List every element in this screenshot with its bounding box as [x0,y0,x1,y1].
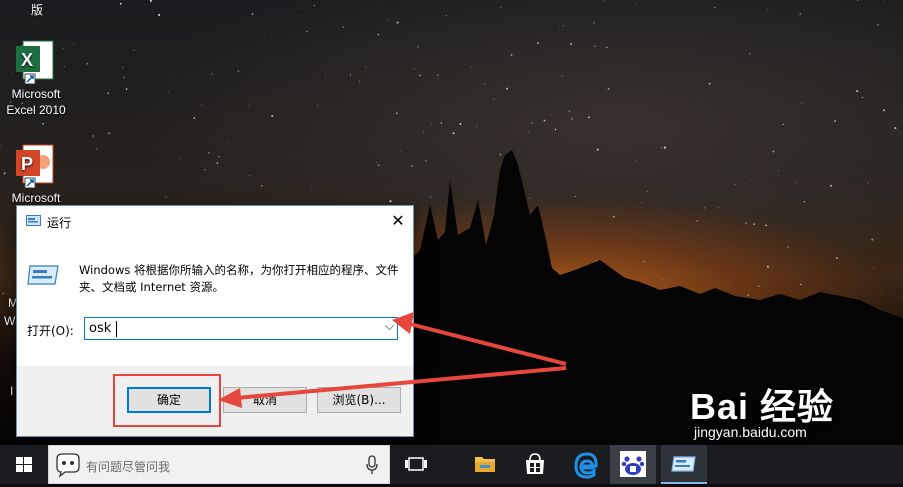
svg-text:X: X [21,50,33,70]
cortana-icon [56,453,80,478]
desktop-icon-label: Microsoft [11,191,61,205]
watermark-url: jingyan.baidu.com [694,424,807,440]
desktop-icon-label: Microsoft [11,87,61,101]
desktop-label-partial: W [4,314,16,328]
run-icon [27,265,59,285]
close-button[interactable]: ✕ [383,206,413,236]
desktop-label-top: 版 [31,3,44,17]
run-dialog-body: Windows 将根据你所输入的名称，为你打开相应的程序、文件夹、文档或 Int… [17,236,413,366]
task-view-button[interactable] [396,445,436,484]
browse-button[interactable]: 浏览(B)... [317,387,401,413]
baidu-icon [620,451,646,477]
svg-text:P: P [21,154,33,174]
store-icon [526,453,544,474]
run-taskbar-button[interactable] [661,445,707,484]
edge-button[interactable] [565,445,605,484]
file-explorer-button[interactable] [465,445,505,484]
run-dialog-titlebar[interactable]: 运行 ✕ [17,206,413,236]
desktop-icon-label: Excel 2010 [6,103,66,117]
run-dialog-title: 运行 [47,216,72,230]
store-button[interactable] [515,445,555,484]
desktop-label-partial: I [10,384,14,398]
open-label: 打开(O): [27,324,74,338]
desktop-icon-excel[interactable]: X Microsoft Excel 2010 [1,38,71,118]
run-icon [26,215,41,226]
open-combobox[interactable]: osk ⌵ [84,317,398,340]
taskbar: 有问题尽管问我 [0,445,903,484]
edge-icon [574,452,598,479]
search-box[interactable]: 有问题尽管问我 [48,445,390,484]
powerpoint-icon: P [13,142,59,189]
task-view-icon [405,457,427,471]
text-caret [116,321,117,337]
start-button[interactable] [0,445,48,484]
watermark-brand: Bai 经验 [690,386,835,427]
baidu-watermark: Bai 经验 jingyan.baidu.com [690,378,835,440]
search-placeholder: 有问题尽管问我 [86,460,171,474]
microphone-icon[interactable] [365,455,379,475]
baidu-button[interactable] [610,445,656,484]
open-input[interactable]: osk [89,321,111,336]
annotation-highlight-box [113,374,221,427]
file-explorer-icon [475,457,495,472]
windows-start-icon [16,457,32,472]
chevron-down-icon[interactable]: ⌵ [385,319,394,334]
close-icon: ✕ [391,211,405,230]
excel-icon: X [13,38,59,85]
run-icon [671,456,696,472]
run-dialog-description: Windows 将根据你所输入的名称，为你打开相应的程序、文件夹、文档或 Int… [79,263,399,294]
cancel-button[interactable]: 取消 [223,387,307,413]
